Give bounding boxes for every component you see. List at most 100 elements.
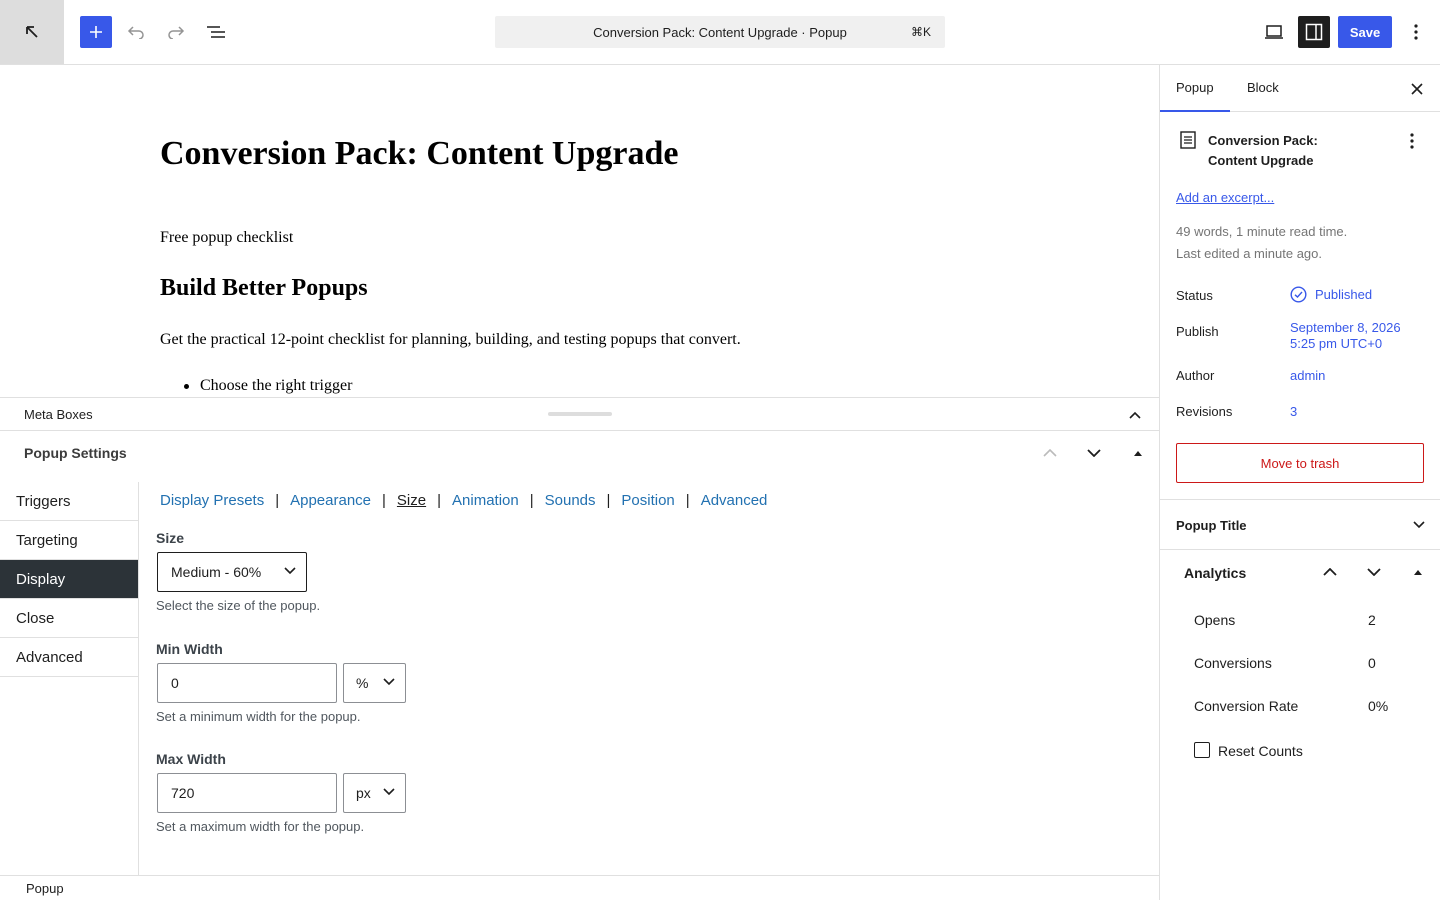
save-button[interactable]: Save — [1338, 16, 1392, 48]
reset-counts-checkbox[interactable] — [1194, 742, 1210, 758]
view-button[interactable] — [1258, 16, 1290, 48]
move-up-button[interactable] — [1040, 443, 1060, 463]
tab-block[interactable]: Block — [1247, 80, 1279, 95]
breadcrumb-item[interactable]: Popup — [26, 881, 64, 896]
document-overview-button[interactable] — [200, 16, 232, 48]
meta-boxes-toggle-button[interactable] — [1125, 405, 1145, 425]
subtab-animation[interactable]: Animation — [452, 492, 519, 509]
list-view-icon — [207, 26, 225, 38]
resize-handle[interactable] — [548, 412, 612, 416]
conversion-rate-label: Conversion Rate — [1194, 698, 1299, 714]
max-width-input[interactable]: 720 — [157, 773, 337, 813]
popup-title-panel-toggle[interactable]: Popup Title — [1160, 499, 1440, 549]
publish-label: Publish — [1176, 324, 1219, 339]
more-vertical-icon — [1410, 133, 1414, 149]
panel-title: Popup Title — [1176, 518, 1247, 533]
publish-date-button[interactable]: September 8, 2026 5:25 pm UTC+0 — [1290, 320, 1401, 352]
analytics-move-down-button[interactable] — [1364, 562, 1384, 582]
divider — [1160, 549, 1440, 550]
min-width-unit-value: % — [356, 675, 369, 691]
document-title-line: Content Upgrade — [1208, 153, 1314, 168]
status-button[interactable]: Published — [1290, 286, 1372, 303]
document-icon — [1180, 131, 1196, 149]
size-select[interactable]: Medium - 60% — [157, 552, 307, 592]
options-button[interactable] — [1400, 16, 1432, 48]
settings-vertical-tabs: Triggers Targeting Display Close Advance… — [0, 482, 139, 875]
min-width-input[interactable]: 0 — [157, 663, 337, 703]
publish-date: September 8, 2026 — [1290, 320, 1401, 335]
size-description: Select the size of the popup. — [156, 598, 321, 613]
add-excerpt-link[interactable]: Add an excerpt... — [1176, 190, 1274, 205]
editor-canvas[interactable]: Conversion Pack: Content Upgrade Free po… — [0, 65, 1159, 397]
triangle-up-icon — [1414, 570, 1422, 575]
max-width-value: 720 — [171, 785, 195, 801]
desktop-icon — [1265, 25, 1283, 39]
subtab-appearance[interactable]: Appearance — [290, 492, 371, 509]
chevron-up-icon — [1323, 568, 1337, 576]
tab-close[interactable]: Close — [0, 599, 138, 638]
opens-label: Opens — [1194, 612, 1236, 628]
list-item[interactable]: Choose the right trigger — [183, 377, 352, 395]
min-width-description: Set a minimum width for the popup. — [156, 709, 361, 724]
undo-button[interactable] — [120, 16, 152, 48]
analytics-move-up-button[interactable] — [1320, 562, 1340, 582]
tab-popup[interactable]: Popup — [1160, 80, 1230, 112]
revisions-link[interactable]: 3 — [1290, 404, 1297, 420]
settings-sidebar: Popup Block Conversion Pack: Content Upg… — [1159, 65, 1440, 900]
document-title: Conversion Pack: Content Upgrade · Popup — [593, 24, 847, 40]
chevron-down-icon — [1413, 521, 1425, 529]
chevron-down-icon — [383, 678, 395, 686]
block-inserter-button[interactable] — [80, 16, 112, 48]
heading-block[interactable]: Build Better Popups — [160, 275, 368, 302]
tab-display[interactable]: Display — [0, 560, 138, 599]
back-to-dashboard-button[interactable] — [0, 0, 64, 64]
separator: | — [437, 492, 442, 509]
editor-toolbar: Conversion Pack: Content Upgrade · Popup… — [0, 0, 1440, 65]
move-down-button[interactable] — [1084, 443, 1104, 463]
paragraph-block[interactable]: Get the practical 12-point checklist for… — [160, 331, 741, 349]
arrow-up-left-icon — [26, 26, 38, 38]
status-value: Published — [1315, 286, 1373, 302]
display-subtabs: Display Presets | Appearance | Size | An… — [160, 492, 767, 509]
min-width-value: 0 — [171, 675, 179, 691]
close-sidebar-button[interactable] — [1407, 79, 1427, 99]
paragraph-block[interactable]: Free popup checklist — [160, 229, 293, 247]
command-palette-button[interactable]: Conversion Pack: Content Upgrade · Popup… — [495, 16, 945, 48]
min-width-label: Min Width — [156, 641, 223, 657]
document-actions-button[interactable] — [1402, 131, 1422, 151]
meta-boxes-bar: Meta Boxes — [0, 397, 1159, 431]
block-breadcrumb-bar: Popup — [0, 875, 1159, 900]
author-button[interactable]: admin — [1290, 368, 1325, 384]
revisions-label: Revisions — [1176, 404, 1233, 419]
conversions-value: 0 — [1368, 655, 1376, 671]
tab-triggers[interactable]: Triggers — [0, 482, 138, 521]
move-to-trash-button[interactable]: Move to trash — [1176, 443, 1424, 483]
meta-boxes-label: Meta Boxes — [24, 407, 93, 422]
tab-targeting[interactable]: Targeting — [0, 521, 138, 560]
min-width-unit-select[interactable]: % — [343, 663, 406, 703]
post-title[interactable]: Conversion Pack: Content Upgrade — [160, 135, 678, 173]
plus-icon — [90, 26, 102, 38]
settings-toggle-button[interactable] — [1298, 16, 1330, 48]
analytics-collapse-button[interactable] — [1408, 562, 1428, 582]
panel-title: Popup Settings — [24, 445, 127, 461]
tab-advanced[interactable]: Advanced — [0, 638, 138, 677]
chevron-up-icon — [1043, 449, 1057, 457]
subtab-display-presets[interactable]: Display Presets — [160, 492, 264, 509]
size-select-value: Medium - 60% — [171, 564, 262, 580]
subtab-position[interactable]: Position — [621, 492, 674, 509]
subtab-sounds[interactable]: Sounds — [545, 492, 596, 509]
separator: | — [382, 492, 386, 509]
popup-settings-header: Popup Settings — [0, 431, 1159, 475]
opens-value: 2 — [1368, 612, 1376, 628]
undo-icon — [127, 26, 144, 39]
reset-counts-label[interactable]: Reset Counts — [1218, 743, 1303, 759]
subtab-size[interactable]: Size — [397, 492, 426, 509]
max-width-label: Max Width — [156, 751, 226, 767]
conversion-rate-value: 0% — [1368, 698, 1389, 714]
redo-button[interactable] — [160, 16, 192, 48]
collapse-panel-button[interactable] — [1128, 443, 1148, 463]
subtab-advanced[interactable]: Advanced — [701, 492, 768, 509]
published-check-icon — [1290, 286, 1307, 303]
max-width-unit-select[interactable]: px — [343, 773, 406, 813]
